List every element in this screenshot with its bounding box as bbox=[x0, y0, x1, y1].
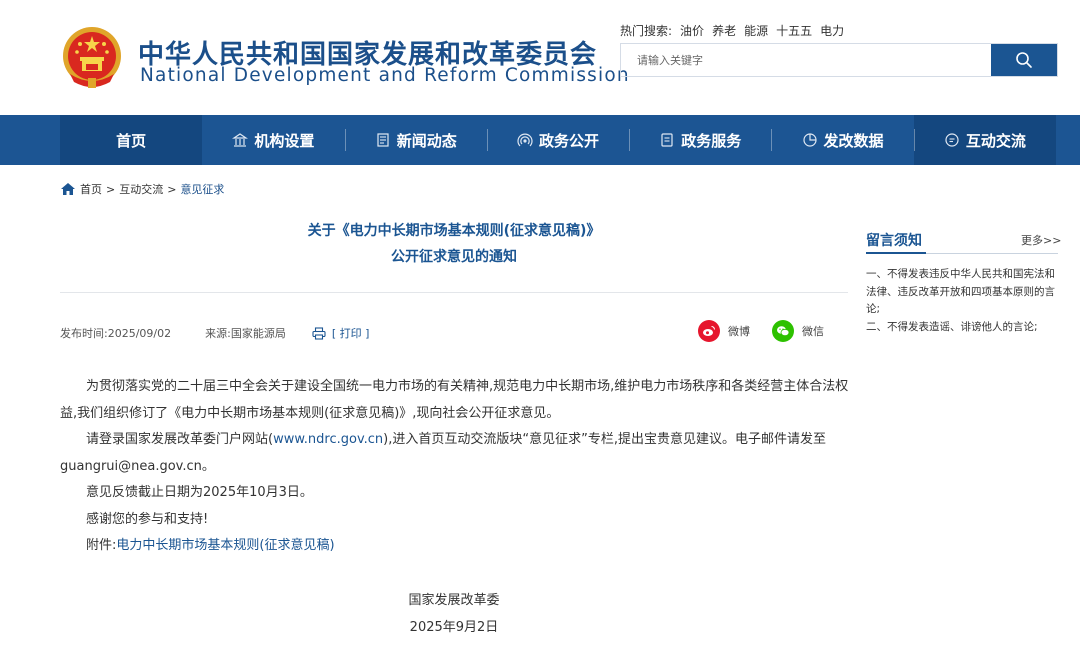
search-box bbox=[620, 43, 1058, 77]
article-title: 关于《电力中长期市场基本规则(征求意见稿)》 公开征求意见的通知 bbox=[60, 218, 848, 270]
site-header: 中华人民共和国国家发展和改革委员会 National Development a… bbox=[0, 0, 1080, 115]
hot-term-pension[interactable]: 养老 bbox=[712, 22, 736, 39]
ndrc-website-link[interactable]: www.ndrc.gov.cn bbox=[273, 432, 383, 447]
sidebar-rules: 一、不得发表违反中华人民共和国宪法和法律、违反改革开放和四项基本原则的言论; 二… bbox=[866, 266, 1060, 336]
nav-item-gov-affairs[interactable]: 政务公开 bbox=[486, 115, 629, 165]
hot-term-15th-plan[interactable]: 十五五 bbox=[776, 22, 812, 39]
article-title-line2: 公开征求意见的通知 bbox=[391, 249, 517, 265]
article-paragraph: 为贯彻落实党的二十届三中全会关于建设全国统一电力市场的有关精神,规范电力中长期市… bbox=[60, 379, 849, 421]
search-icon bbox=[1016, 52, 1032, 68]
breadcrumb-home[interactable]: 首页 bbox=[80, 181, 102, 197]
nav-item-home[interactable]: 首页 bbox=[60, 115, 203, 165]
article-title-line1: 关于《电力中长期市场基本规则(征求意见稿)》 bbox=[307, 223, 601, 239]
share-weibo-button[interactable]: 微博 bbox=[698, 320, 750, 342]
nav-label: 互动交流 bbox=[965, 131, 1026, 150]
weibo-icon bbox=[698, 320, 720, 342]
sidebar-rule: 一、不得发表违反中华人民共和国宪法和法律、违反改革开放和四项基本原则的言论; bbox=[866, 268, 1055, 315]
share-wechat-button[interactable]: 微信 bbox=[772, 320, 824, 342]
nav-label: 机构设置 bbox=[254, 131, 315, 150]
wechat-icon bbox=[772, 320, 794, 342]
hot-term-energy[interactable]: 能源 bbox=[744, 22, 768, 39]
nav-item-gov-services[interactable]: 政务服务 bbox=[629, 115, 771, 165]
sidebar-more-link[interactable]: 更多>> bbox=[1021, 232, 1061, 248]
nav-label: 政务服务 bbox=[681, 131, 742, 150]
attachment-link[interactable]: 电力中长期市场基本规则(征求意见稿) bbox=[116, 538, 334, 553]
home-icon[interactable] bbox=[60, 182, 76, 196]
weibo-label: 微博 bbox=[728, 325, 750, 338]
article-body: 为贯彻落实党的二十届三中全会关于建设全国统一电力市场的有关精神,规范电力中长期市… bbox=[60, 374, 850, 560]
site-title-en[interactable]: National Development and Reform Commissi… bbox=[140, 65, 630, 86]
signature-date: 2025年9月2日 bbox=[409, 620, 499, 635]
attachment-line: 附件:电力中长期市场基本规则(征求意见稿) bbox=[60, 533, 850, 560]
print-button[interactable]: [ 打印 ] bbox=[312, 325, 370, 341]
hot-search-label: 热门搜索: bbox=[620, 24, 673, 38]
nav-label: 政务公开 bbox=[538, 131, 599, 150]
nav-label: 发改数据 bbox=[823, 131, 884, 150]
hot-search: 热门搜索: 油价 养老 能源 十五五 电力 bbox=[620, 22, 844, 39]
search-button[interactable] bbox=[991, 44, 1057, 76]
article-source: 来源:国家能源局 bbox=[205, 327, 286, 340]
chat-icon bbox=[945, 133, 959, 147]
nav-label: 首页 bbox=[116, 131, 147, 150]
breadcrumb: 首页 > 互动交流 > 意见征求 bbox=[60, 181, 224, 197]
breadcrumb-separator: > bbox=[106, 182, 116, 196]
title-divider bbox=[60, 292, 848, 293]
hot-term-oil-price[interactable]: 油价 bbox=[680, 22, 704, 39]
sidebar-rule: 二、不得发表造谣、诽谤他人的言论; bbox=[866, 320, 1038, 333]
article-paragraph: 请登录国家发展改革委门户网站(www.ndrc.gov.cn),进入首页互动交流… bbox=[60, 427, 850, 480]
newspaper-icon bbox=[377, 133, 389, 147]
nav-item-ndrc-data[interactable]: 发改数据 bbox=[771, 115, 913, 165]
search-input[interactable] bbox=[621, 44, 991, 76]
print-label: [ 打印 ] bbox=[331, 327, 370, 340]
printer-icon bbox=[312, 326, 326, 340]
nav-label: 新闻动态 bbox=[396, 131, 457, 150]
sidebar-title: 留言须知 bbox=[866, 233, 922, 249]
paragraph-text: 请登录国家发展改革委门户网站( bbox=[86, 432, 274, 447]
sidebar-divider-accent bbox=[866, 252, 926, 254]
article-meta: 发布时间:2025/09/02 来源:国家能源局 [ 打印 ] bbox=[60, 325, 369, 341]
main-nav: 首页 机构设置 新闻动态 政务公开 政务服务 发改数据 互动交流 bbox=[0, 115, 1080, 165]
national-emblem-icon[interactable] bbox=[60, 24, 124, 94]
nav-item-interaction[interactable]: 互动交流 bbox=[913, 115, 1056, 165]
article-paragraph: 意见反馈截止日期为2025年10月3日。 bbox=[86, 485, 313, 500]
pie-chart-icon bbox=[802, 133, 817, 147]
document-icon bbox=[661, 133, 673, 147]
attachment-label: 附件: bbox=[86, 538, 117, 553]
hot-term-electricity[interactable]: 电力 bbox=[820, 22, 844, 39]
signature-org: 国家发展改革委 bbox=[408, 593, 500, 608]
breadcrumb-separator: > bbox=[167, 182, 177, 196]
building-icon bbox=[232, 133, 249, 147]
nav-item-news[interactable]: 新闻动态 bbox=[344, 115, 487, 165]
publish-time: 发布时间:2025/09/02 bbox=[60, 327, 172, 340]
broadcast-icon bbox=[517, 133, 533, 147]
breadcrumb-interaction[interactable]: 互动交流 bbox=[119, 181, 163, 197]
article-paragraph: 感谢您的参与和支持! bbox=[86, 511, 209, 527]
wechat-label: 微信 bbox=[802, 325, 824, 338]
breadcrumb-current[interactable]: 意见征求 bbox=[180, 181, 224, 197]
nav-item-organization[interactable]: 机构设置 bbox=[202, 115, 344, 165]
